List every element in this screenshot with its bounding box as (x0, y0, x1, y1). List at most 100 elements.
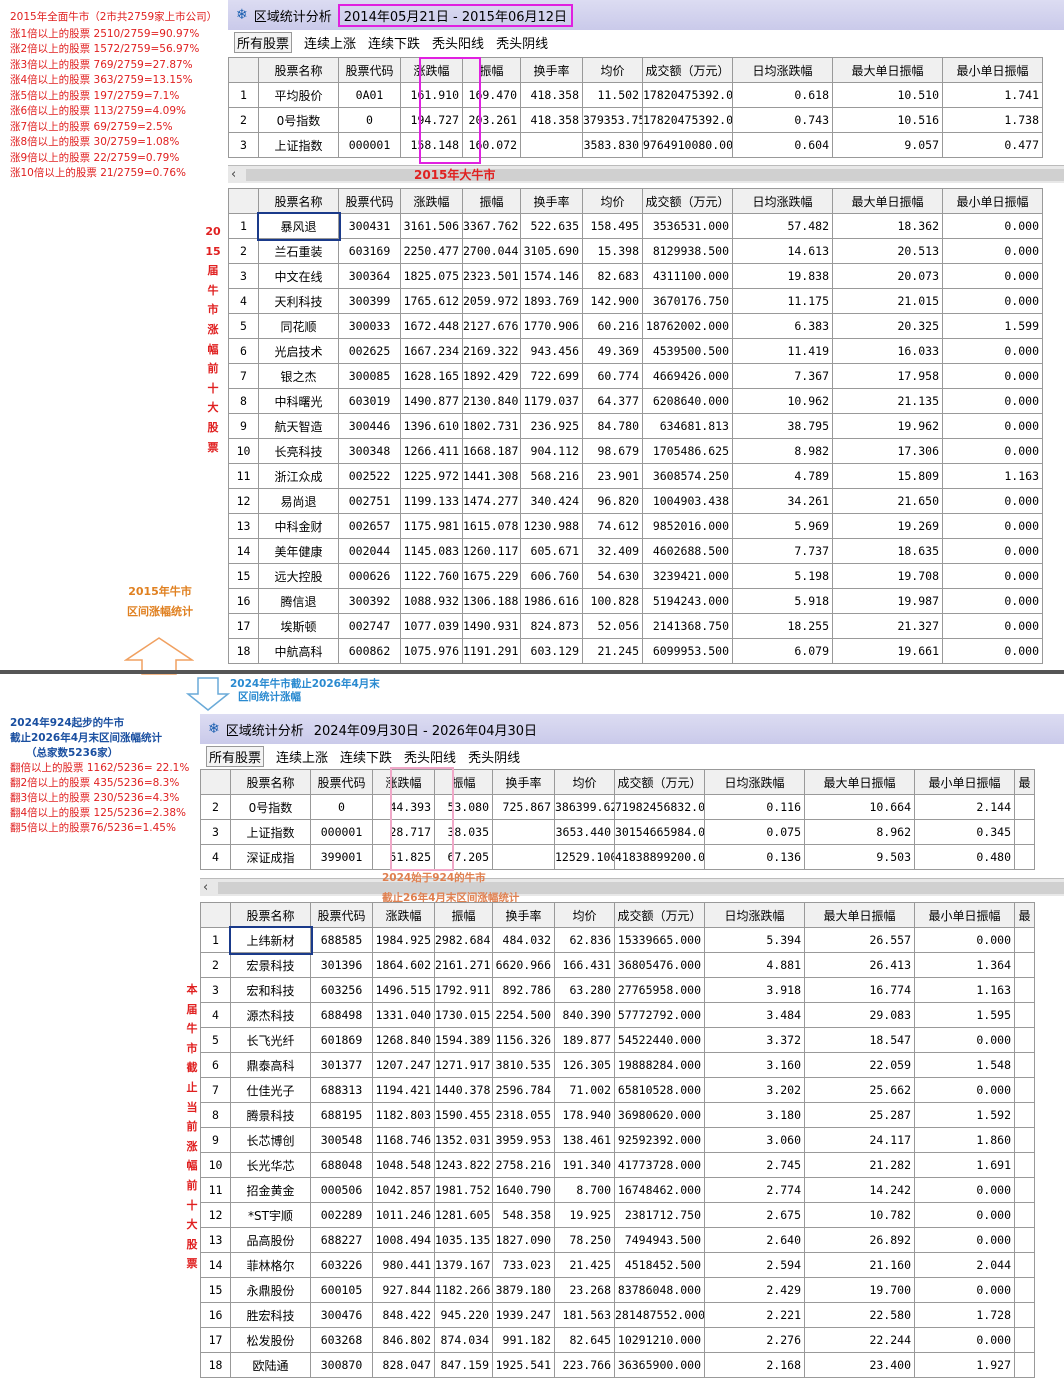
table-row[interactable]: 4 深证成指 399001 51.825 67.205 12529.100 41838899… (200, 844, 1035, 870)
scroll-left-icon[interactable]: ‹ (203, 880, 208, 895)
table-row[interactable]: 2 兰石重装 603169 2250.477 2700.044 3105.690 15.39… (228, 238, 1043, 264)
col-header[interactable]: 涨跌幅 (400, 188, 463, 214)
col-header[interactable]: 股票名称 (258, 57, 339, 83)
table-row[interactable]: 14 菲林格尔 603226 980.441 1379.167 733.023 21.425… (200, 1252, 1035, 1278)
table-row[interactable]: 18 欧陆通 300870 828.047 847.159 1925.541 223.766… (200, 1352, 1035, 1378)
table-row[interactable]: 6 光启技术 002625 1667.234 2169.322 943.456 49.369… (228, 338, 1043, 364)
table-row[interactable]: 7 仕佳光子 688313 1194.421 1440.378 2596.784 71.00… (200, 1077, 1035, 1103)
col-header[interactable]: 换手率 (520, 57, 583, 83)
table-row[interactable]: 9 长芯博创 300548 1168.746 1352.031 3959.953 138.4… (200, 1127, 1035, 1153)
panel2-date-range[interactable]: 2024年09月30日 - 2026年04月30日 (310, 720, 541, 739)
col-header[interactable]: 日均涨跌幅 (732, 188, 833, 214)
table-row[interactable]: 12 易尚退 002751 1199.133 1474.277 340.424 96.820… (228, 488, 1043, 514)
col-header[interactable]: 换手率 (492, 902, 555, 928)
col-header[interactable]: 均价 (554, 902, 615, 928)
tab-3[interactable]: 秃头阳线 (404, 747, 456, 766)
panel1-h-scrollbar[interactable]: ‹ (228, 165, 1064, 183)
table-row[interactable]: 8 中科曙光 603019 1490.877 2130.840 1179.037 64.37… (228, 388, 1043, 414)
table-row[interactable]: 1 上纬新材 688585 1984.925 2982.684 484.032 62.836… (200, 925, 1035, 955)
tab-3[interactable]: 秃头阳线 (432, 33, 484, 52)
col-header[interactable]: 最小单日振幅 (914, 902, 1015, 928)
table-row[interactable]: 2 宏景科技 301396 1864.602 2161.271 6620.966 166.4… (200, 952, 1035, 978)
table-row[interactable]: 17 埃斯顿 002747 1077.039 1490.931 824.873 52.056… (228, 613, 1043, 639)
col-header[interactable]: 最小单日振幅 (942, 57, 1043, 83)
table-row[interactable]: 16 腾信退 300392 1088.932 1306.188 1986.616 100.8… (228, 588, 1043, 614)
col-header[interactable]: 股票代码 (338, 188, 401, 214)
col-header[interactable]: 涨跌幅 (372, 769, 435, 795)
table-row[interactable]: 5 同花顺 300033 1672.448 2127.676 1770.906 60.216… (228, 313, 1043, 339)
tab-2[interactable]: 连续下跌 (340, 747, 392, 766)
col-header[interactable]: 振幅 (434, 769, 493, 795)
col-header[interactable]: 涨跌幅 (372, 902, 435, 928)
table-row[interactable]: 20号指数0194.727203.261418.358379353.750178… (228, 107, 1043, 133)
table-row[interactable]: 7 银之杰 300085 1628.165 1892.429 722.699 60.774 4… (228, 363, 1043, 389)
scroll-thumb[interactable] (218, 882, 1064, 894)
table-row[interactable]: 13 品高股份 688227 1008.494 1035.135 1827.090 78.2… (200, 1227, 1035, 1253)
col-header[interactable] (200, 769, 231, 795)
tab-0[interactable]: 所有股票 (234, 31, 293, 53)
table-row[interactable]: 17 松发股份 603268 846.802 874.034 991.182 82.645 1… (200, 1327, 1035, 1353)
col-header[interactable]: 换手率 (492, 769, 555, 795)
col-header[interactable]: 最大单日振幅 (804, 902, 915, 928)
col-header[interactable]: 振幅 (462, 57, 521, 83)
col-header[interactable]: 最大单日振幅 (804, 769, 915, 795)
tab-1[interactable]: 连续上涨 (304, 33, 356, 52)
col-header[interactable]: 换手率 (520, 188, 583, 214)
table-row[interactable]: 9 航天智造 300446 1396.610 1802.731 236.925 84.780… (228, 413, 1043, 439)
col-header[interactable]: 日均涨跌幅 (732, 57, 833, 83)
col-header[interactable]: 最 (1014, 902, 1035, 928)
table-row[interactable]: 15 永鼎股份 600105 927.844 1182.266 3879.180 23.26… (200, 1277, 1035, 1303)
col-header[interactable]: 最大单日振幅 (832, 188, 943, 214)
table-row[interactable]: 15 远大控股 000626 1122.760 1675.229 606.760 54.63… (228, 563, 1043, 589)
col-header[interactable]: 最小单日振幅 (942, 188, 1043, 214)
col-header[interactable]: 成交额（万元） (614, 769, 705, 795)
scroll-left-icon[interactable]: ‹ (231, 167, 236, 182)
tab-1[interactable]: 连续上涨 (276, 747, 328, 766)
col-header[interactable]: 涨跌幅 (400, 57, 463, 83)
col-header[interactable]: 振幅 (434, 902, 493, 928)
scroll-thumb[interactable] (246, 169, 1064, 181)
col-header[interactable]: 成交额（万元） (642, 188, 733, 214)
table-row[interactable]: 3 宏和科技 603256 1496.515 1792.911 892.786 63.280… (200, 977, 1035, 1003)
col-header[interactable]: 日均涨跌幅 (704, 902, 805, 928)
table-row[interactable]: 20号指数044.39353.080725.867386399.62571982… (200, 794, 1035, 820)
table-row[interactable]: 3 上证指数 000001 28.717 38.035 3653.440 301546659… (200, 819, 1035, 845)
table-row[interactable]: 10 长亮科技 300348 1266.411 1668.187 904.112 98.67… (228, 438, 1043, 464)
col-header[interactable]: 成交额（万元） (614, 902, 705, 928)
table-row[interactable]: 10 长光华芯 688048 1048.548 1243.822 2758.216 191.… (200, 1152, 1035, 1178)
col-header[interactable]: 股票代码 (338, 57, 401, 83)
col-header[interactable]: 均价 (582, 57, 643, 83)
table-row[interactable]: 3 上证指数 000001 158.148 160.072 3583.830 9764910… (228, 132, 1043, 158)
col-header[interactable]: 振幅 (462, 188, 521, 214)
table-row[interactable]: 5 长飞光纤 601869 1268.840 1594.389 1156.326 189.8… (200, 1027, 1035, 1053)
tab-4[interactable]: 秃头阴线 (468, 747, 520, 766)
table-row[interactable]: 18 中航高科 600862 1075.976 1191.291 603.129 21.24… (228, 638, 1043, 664)
col-header[interactable]: 成交额（万元） (642, 57, 733, 83)
table-row[interactable]: 8 腾景科技 688195 1182.803 1590.455 2318.055 178.9… (200, 1102, 1035, 1128)
table-row[interactable]: 4 天利科技 300399 1765.612 2059.972 1893.769 142.9… (228, 288, 1043, 314)
col-header[interactable]: 股票代码 (310, 769, 373, 795)
table-row[interactable]: 16 胜宏科技 300476 848.422 945.220 1939.247 181.56… (200, 1302, 1035, 1328)
col-header[interactable]: 最 (1014, 769, 1035, 795)
col-header[interactable]: 均价 (554, 769, 615, 795)
col-header[interactable]: 最大单日振幅 (832, 57, 943, 83)
col-header[interactable]: 股票名称 (258, 188, 339, 214)
col-header[interactable]: 日均涨跌幅 (704, 769, 805, 795)
col-header[interactable]: 股票代码 (310, 902, 373, 928)
col-header[interactable] (228, 57, 259, 83)
table-row[interactable]: 11 招金黄金 000506 1042.857 1981.752 1640.790 8.70… (200, 1177, 1035, 1203)
tab-2[interactable]: 连续下跌 (368, 33, 420, 52)
col-header[interactable] (228, 188, 259, 214)
col-header[interactable] (200, 902, 231, 928)
table-row[interactable]: 1 暴风退 300431 3161.506 3367.762 522.635 158.495… (228, 211, 1043, 241)
col-header[interactable]: 最小单日振幅 (914, 769, 1015, 795)
table-row[interactable]: 12 *ST宇顺 002289 1011.246 1281.605 548.358 19.9… (200, 1202, 1035, 1228)
col-header[interactable]: 股票名称 (230, 769, 311, 795)
col-header[interactable]: 股票名称 (230, 902, 311, 928)
table-row[interactable]: 1 平均股价 0A01 161.910 169.470 418.358 11.502 1782… (228, 82, 1043, 108)
table-row[interactable]: 14 美年健康 002044 1145.083 1260.117 605.671 32.40… (228, 538, 1043, 564)
table-row[interactable]: 11 浙江众成 002522 1225.972 1441.308 568.216 23.90… (228, 463, 1043, 489)
col-header[interactable]: 均价 (582, 188, 643, 214)
table-row[interactable]: 4 源杰科技 688498 1331.040 1730.015 2254.500 840.3… (200, 1002, 1035, 1028)
panel1-date-range[interactable]: 2014年05月21日 - 2015年06月12日 (337, 3, 574, 27)
